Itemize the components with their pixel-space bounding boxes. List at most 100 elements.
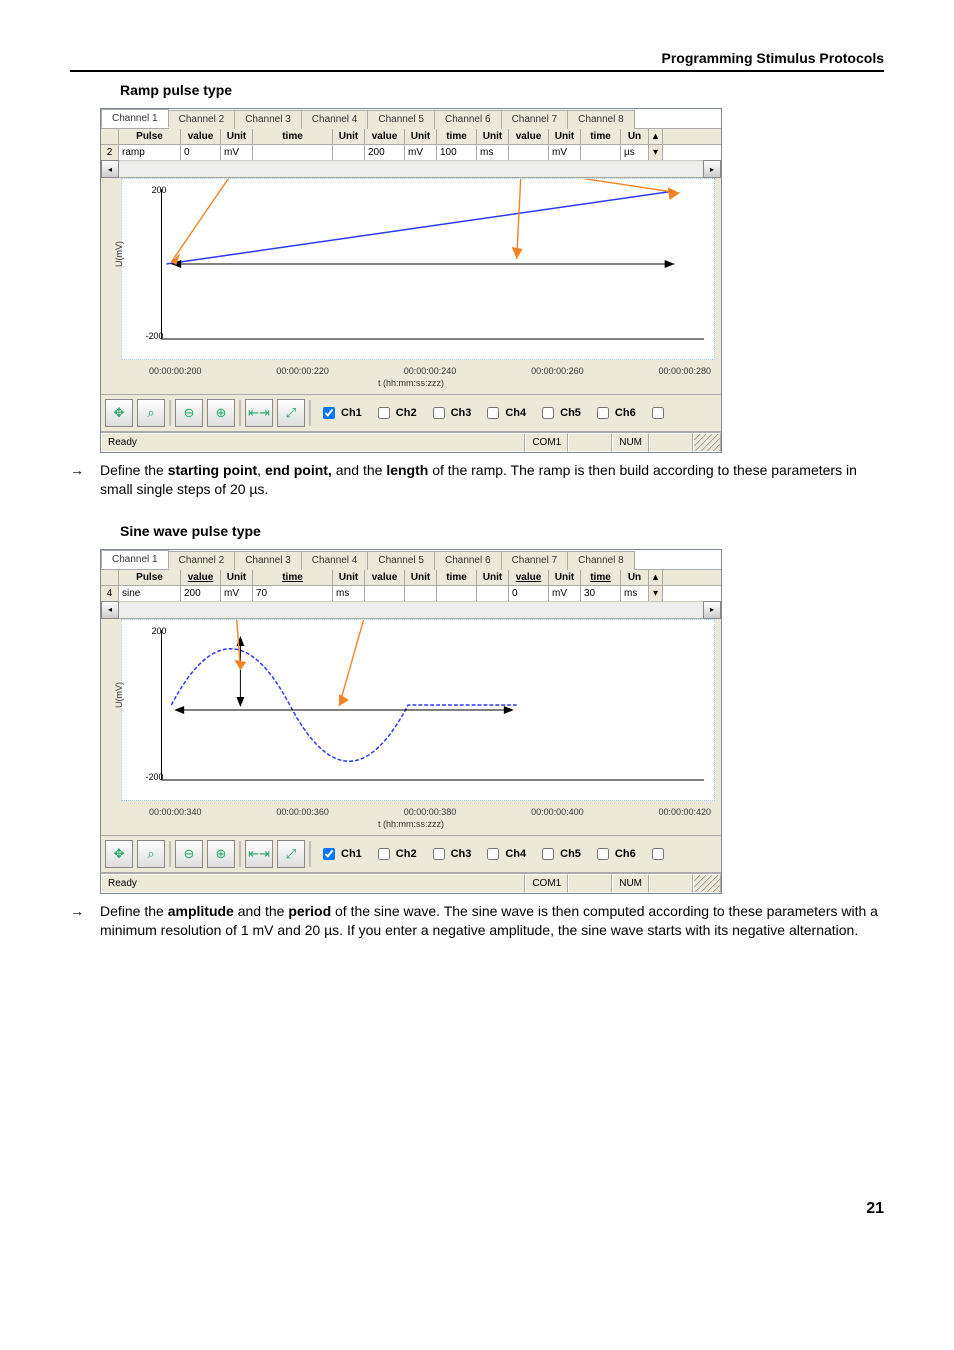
status-ready: Ready bbox=[101, 874, 525, 893]
cell-length-unit[interactable]: ms bbox=[477, 145, 509, 160]
status-bar: Ready COM1 NUM bbox=[101, 873, 721, 893]
ch4-checkbox[interactable]: Ch4 bbox=[483, 404, 526, 422]
scroll-up-icon[interactable]: ▴ bbox=[649, 570, 663, 585]
ch6-checkbox[interactable]: Ch6 bbox=[593, 404, 636, 422]
x-ticks: 00:00:00:340 00:00:00:360 00:00:00:380 0… bbox=[101, 807, 721, 819]
pan-icon[interactable]: ✥ bbox=[105, 840, 133, 868]
cell-amp-unit[interactable]: mV bbox=[221, 586, 253, 601]
ch2-checkbox[interactable]: Ch2 bbox=[374, 404, 417, 422]
zoom-reset-icon[interactable]: ⤢ bbox=[277, 399, 305, 427]
scroll-down-icon[interactable]: ▾ bbox=[649, 145, 663, 160]
scroll-left-icon[interactable]: ◂ bbox=[101, 601, 119, 619]
tab-channel-1[interactable]: Channel 1 bbox=[101, 109, 169, 128]
cell-ut2[interactable] bbox=[477, 586, 509, 601]
cell-v2[interactable] bbox=[365, 586, 405, 601]
ramp-trace bbox=[166, 191, 674, 264]
col-unit: Unit bbox=[221, 129, 253, 144]
fit-icon[interactable]: ⇤⇥ bbox=[245, 840, 273, 868]
cell-t3[interactable] bbox=[581, 145, 621, 160]
tab-channel-2[interactable]: Channel 2 bbox=[168, 110, 236, 129]
section-title-ramp: Ramp pulse type bbox=[120, 82, 884, 98]
scroll-right-icon[interactable]: ▸ bbox=[703, 601, 721, 619]
cell-time1[interactable] bbox=[253, 145, 333, 160]
tab-channel-2[interactable]: Channel 2 bbox=[168, 551, 236, 570]
col-pulse: Pulse bbox=[119, 570, 181, 585]
tab-channel-7[interactable]: Channel 7 bbox=[501, 110, 569, 129]
cell-hold-unit[interactable]: mV bbox=[549, 586, 581, 601]
cell-start-value[interactable]: 0 bbox=[181, 145, 221, 160]
tab-channel-5[interactable]: Channel 5 bbox=[367, 110, 435, 129]
scroll-down-icon[interactable]: ▾ bbox=[649, 586, 663, 601]
col-value: value bbox=[181, 129, 221, 144]
cell-un3[interactable]: µs bbox=[621, 145, 649, 160]
tab-channel-7[interactable]: Channel 7 bbox=[501, 551, 569, 570]
x-ticks: 00:00:00:200 00:00:00:220 00:00:00:240 0… bbox=[101, 366, 721, 378]
cell-length[interactable]: 100 bbox=[437, 145, 477, 160]
ch3-checkbox[interactable]: Ch3 bbox=[429, 404, 472, 422]
zoom-select-icon[interactable]: ⌕ bbox=[137, 399, 165, 427]
ch-extra-checkbox[interactable] bbox=[648, 845, 667, 863]
zoom-out-icon[interactable]: ⊖ bbox=[175, 840, 203, 868]
cell-period[interactable]: 70 bbox=[253, 586, 333, 601]
tab-channel-1[interactable]: Channel 1 bbox=[101, 550, 169, 569]
ch6-checkbox[interactable]: Ch6 bbox=[593, 845, 636, 863]
scroll-up-icon[interactable]: ▴ bbox=[649, 129, 663, 144]
horizontal-scrollbar[interactable]: ◂ ▸ bbox=[101, 161, 721, 178]
zoom-reset-icon[interactable]: ⤢ bbox=[277, 840, 305, 868]
zoom-out-icon[interactable]: ⊖ bbox=[175, 399, 203, 427]
cell-u3[interactable]: mV bbox=[549, 145, 581, 160]
scroll-right-icon[interactable]: ▸ bbox=[703, 160, 721, 178]
resize-grip-icon[interactable] bbox=[693, 433, 721, 452]
ch5-checkbox[interactable]: Ch5 bbox=[538, 404, 581, 422]
fit-icon[interactable]: ⇤⇥ bbox=[245, 399, 273, 427]
ch1-checkbox[interactable]: Ch1 bbox=[319, 404, 362, 422]
zoom-in-icon[interactable]: ⊕ bbox=[207, 840, 235, 868]
resize-grip-icon[interactable] bbox=[693, 874, 721, 893]
ch-extra-checkbox[interactable] bbox=[648, 404, 667, 422]
cell-v3[interactable] bbox=[509, 145, 549, 160]
col-unit3: Unit bbox=[405, 570, 437, 585]
col-pulse: Pulse bbox=[119, 129, 181, 144]
tab-channel-3[interactable]: Channel 3 bbox=[234, 551, 302, 570]
cell-u2[interactable] bbox=[405, 586, 437, 601]
tab-channel-8[interactable]: Channel 8 bbox=[567, 551, 635, 570]
cell-hold-tunit[interactable]: ms bbox=[621, 586, 649, 601]
cell-end-value[interactable]: 200 bbox=[365, 145, 405, 160]
tab-channel-6[interactable]: Channel 6 bbox=[434, 551, 502, 570]
tab-channel-5[interactable]: Channel 5 bbox=[367, 551, 435, 570]
cell-hold-value[interactable]: 0 bbox=[509, 586, 549, 601]
tab-channel-4[interactable]: Channel 4 bbox=[301, 110, 369, 129]
ch4-checkbox[interactable]: Ch4 bbox=[483, 845, 526, 863]
col-unit4: Unit bbox=[477, 129, 509, 144]
page-header: Programming Stimulus Protocols bbox=[70, 50, 884, 72]
pan-icon[interactable]: ✥ bbox=[105, 399, 133, 427]
status-com: COM1 bbox=[525, 433, 568, 452]
col-value2: value bbox=[365, 129, 405, 144]
ch1-checkbox[interactable]: Ch1 bbox=[319, 845, 362, 863]
col-time: time bbox=[253, 570, 333, 585]
cell-pulse-type[interactable]: ramp bbox=[119, 145, 181, 160]
ch3-checkbox[interactable]: Ch3 bbox=[429, 845, 472, 863]
scroll-left-icon[interactable]: ◂ bbox=[101, 160, 119, 178]
cell-period-unit[interactable]: ms bbox=[333, 586, 365, 601]
ch2-checkbox[interactable]: Ch2 bbox=[374, 845, 417, 863]
tab-channel-8[interactable]: Channel 8 bbox=[567, 110, 635, 129]
cell-amplitude[interactable]: 200 bbox=[181, 586, 221, 601]
cell-pulse-type[interactable]: sine bbox=[119, 586, 181, 601]
tab-channel-6[interactable]: Channel 6 bbox=[434, 110, 502, 129]
horizontal-scrollbar[interactable]: ◂ ▸ bbox=[101, 602, 721, 619]
channel-tabs: Channel 1 Channel 2 Channel 3 Channel 4 … bbox=[101, 109, 721, 129]
tab-channel-3[interactable]: Channel 3 bbox=[234, 110, 302, 129]
zoom-select-icon[interactable]: ⌕ bbox=[137, 840, 165, 868]
col-value2: value bbox=[365, 570, 405, 585]
cell-time1-unit[interactable] bbox=[333, 145, 365, 160]
tab-channel-4[interactable]: Channel 4 bbox=[301, 551, 369, 570]
plot-toolbar: ✥ ⌕ ⊖ ⊕ ⇤⇥ ⤢ Ch1 Ch2 Ch3 Ch4 Ch5 Ch6 bbox=[101, 394, 721, 432]
col-value3: value bbox=[509, 570, 549, 585]
zoom-in-icon[interactable]: ⊕ bbox=[207, 399, 235, 427]
cell-hold-time[interactable]: 30 bbox=[581, 586, 621, 601]
cell-t2[interactable] bbox=[437, 586, 477, 601]
cell-end-unit[interactable]: mV bbox=[405, 145, 437, 160]
ch5-checkbox[interactable]: Ch5 bbox=[538, 845, 581, 863]
cell-start-unit[interactable]: mV bbox=[221, 145, 253, 160]
